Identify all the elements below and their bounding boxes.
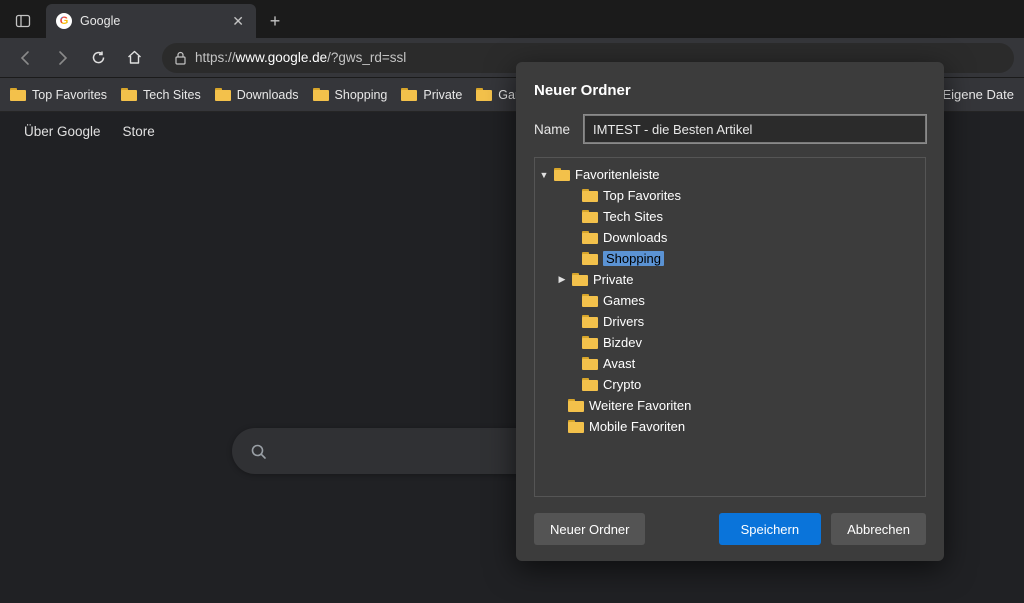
refresh-button[interactable] [82, 42, 114, 74]
folder-icon [554, 168, 570, 181]
titlebar: G Google ✕ + [0, 0, 1024, 38]
dialog-title: Neuer Ordner [534, 82, 926, 99]
folder-icon [10, 88, 26, 101]
folder-icon [582, 357, 598, 370]
folder-icon [121, 88, 137, 101]
folder-icon [568, 420, 584, 433]
folder-name-input[interactable] [584, 115, 926, 143]
name-label: Name [534, 122, 570, 137]
tree-node[interactable]: ▶Games [539, 290, 921, 311]
tree-node[interactable]: ▶Drivers [539, 311, 921, 332]
google-favicon: G [56, 13, 72, 29]
folder-icon [582, 378, 598, 391]
tab-title: Google [80, 14, 230, 28]
new-folder-dialog: Neuer Ordner Name ▼Favoritenleiste ▶Top … [516, 62, 944, 561]
save-button[interactable]: Speichern [719, 513, 822, 545]
folder-icon [582, 189, 598, 202]
tree-node[interactable]: ▶Bizdev [539, 332, 921, 353]
store-link[interactable]: Store [123, 124, 155, 139]
home-button[interactable] [118, 42, 150, 74]
folder-icon [582, 336, 598, 349]
lock-icon [174, 51, 187, 65]
bookmark-folder[interactable]: Shopping [313, 88, 388, 102]
tree-node[interactable]: ▶Tech Sites [539, 206, 921, 227]
tree-node-selected[interactable]: ▶Shopping [539, 248, 921, 269]
search-icon [250, 443, 267, 460]
folder-icon [568, 399, 584, 412]
tree-node[interactable]: ▶Crypto [539, 374, 921, 395]
browser-tab[interactable]: G Google ✕ [46, 4, 256, 38]
folder-icon [582, 252, 598, 265]
tree-node-expandable[interactable]: ▶Private [539, 269, 921, 290]
folder-icon [401, 88, 417, 101]
folder-icon [582, 210, 598, 223]
folder-icon [215, 88, 231, 101]
tree-node[interactable]: ▶Avast [539, 353, 921, 374]
url-text: https://www.google.de/?gws_rd=ssl [195, 50, 406, 65]
folder-tree[interactable]: ▼Favoritenleiste ▶Top Favorites ▶Tech Si… [534, 157, 926, 497]
cancel-button[interactable]: Abbrechen [831, 513, 926, 545]
forward-button[interactable] [46, 42, 78, 74]
bookmark-folder[interactable]: Tech Sites [121, 88, 201, 102]
about-link[interactable]: Über Google [24, 124, 101, 139]
tree-sibling[interactable]: ▶Mobile Favoriten [539, 416, 921, 437]
back-button[interactable] [10, 42, 42, 74]
tree-node[interactable]: ▶Downloads [539, 227, 921, 248]
folder-icon [313, 88, 329, 101]
close-tab-icon[interactable]: ✕ [230, 13, 246, 30]
tree-node[interactable]: ▶Top Favorites [539, 185, 921, 206]
folder-icon [582, 231, 598, 244]
tree-sibling[interactable]: ▶Weitere Favoriten [539, 395, 921, 416]
bookmark-folder[interactable]: Downloads [215, 88, 299, 102]
folder-icon [572, 273, 588, 286]
bookmark-folder[interactable]: Private [401, 88, 462, 102]
folder-icon [476, 88, 492, 101]
folder-icon [582, 315, 598, 328]
tree-root[interactable]: ▼Favoritenleiste [539, 164, 921, 185]
bookmark-folder[interactable]: Top Favorites [10, 88, 107, 102]
new-tab-button[interactable]: + [260, 6, 290, 36]
folder-icon [582, 294, 598, 307]
new-folder-button[interactable]: Neuer Ordner [534, 513, 645, 545]
tab-actions-icon[interactable] [8, 6, 38, 36]
